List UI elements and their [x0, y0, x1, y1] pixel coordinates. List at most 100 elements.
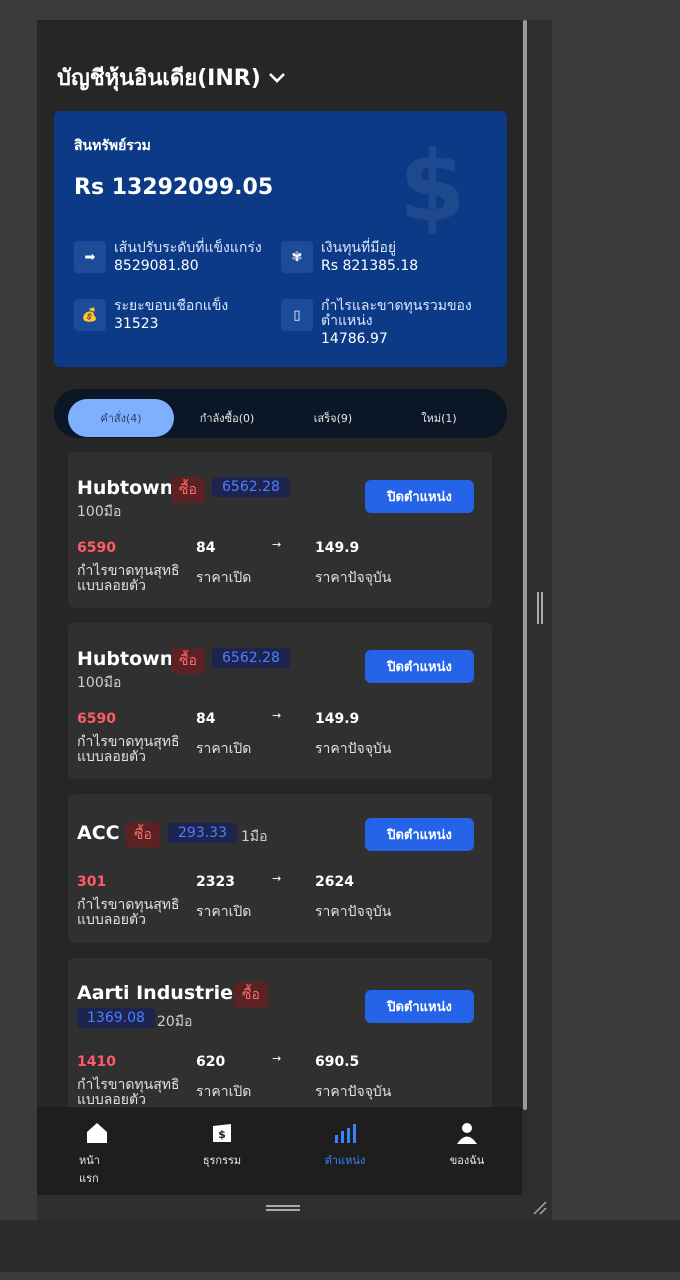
metric-value: 31523	[114, 316, 159, 332]
account-title: บัญชีหุ้นอินเดีย(INR)	[57, 66, 261, 91]
metric-available-funds: ✾ เงินทุนที่มีอยู่ Rs 821385.18	[281, 241, 418, 274]
current-price-label: ราคาปัจจุบัน	[315, 741, 392, 757]
quantity: 20มือ	[157, 1014, 193, 1030]
floating-pnl-label: กำไรขาดทุนสุทธิแบบลอยตัว	[77, 734, 180, 765]
buy-badge: ซื้อ	[171, 477, 205, 503]
price-badge: 6562.28	[212, 648, 290, 668]
metric-label: กำไรและขาดทุนรวมของตำแหน่ง	[321, 298, 472, 329]
floating-pnl-value: 6590	[77, 540, 116, 556]
stock-name: Hubtown	[77, 477, 174, 499]
horizontal-resize-handle[interactable]	[266, 1205, 300, 1211]
price-badge: 6562.28	[212, 477, 290, 497]
buy-badge: ซื้อ	[234, 982, 268, 1008]
open-price-value: 84	[196, 540, 216, 556]
floating-pnl-value: 6590	[77, 711, 116, 727]
stock-name: Hubtown	[77, 648, 174, 670]
metric-label: เส้นปรับระดับที่แข็งแกร่ง	[114, 240, 262, 256]
stock-name: ACC	[77, 822, 120, 844]
total-assets-label: สินทรัพย์รวม	[74, 138, 151, 154]
floating-pnl-value: 301	[77, 874, 107, 890]
current-price-label: ราคาปัจจุบัน	[315, 904, 392, 920]
total-assets-value: Rs 13292099.05	[74, 175, 274, 200]
price-badge: 293.33	[168, 823, 237, 843]
os-bottom-bar	[0, 1220, 680, 1272]
arrow-icon: →	[272, 538, 282, 551]
tab-orders[interactable]: คำสั่ง(4)	[68, 399, 174, 437]
floating-pnl-value: 1410	[77, 1054, 116, 1070]
open-price-value: 620	[196, 1054, 226, 1070]
nav-home-label: หน้าแรก	[79, 1154, 100, 1185]
total-assets-card: $ สินทรัพย์รวม Rs 13292099.05 ➡ เส้นปรับ…	[54, 111, 507, 367]
home-icon	[87, 1123, 107, 1143]
current-price-value: 2624	[315, 874, 354, 890]
nav-positions[interactable]: ตำแหน่ง	[315, 1121, 375, 1169]
metric-value: 8529081.80	[114, 258, 199, 274]
wallet-icon: $	[213, 1124, 231, 1142]
nav-profile[interactable]: ของฉัน	[437, 1121, 497, 1169]
open-price-label: ราคาเปิด	[196, 904, 252, 920]
bottom-navigation: หน้าแรก $ ธุรกรรม ตำแหน่ง ของฉัน	[37, 1107, 528, 1195]
scrollbar-thumb[interactable]	[523, 20, 527, 1110]
metric-margin: 💰 ระยะขอบเชือกแข็ง 31523	[74, 299, 228, 332]
floating-pnl-label: กำไรขาดทุนสุทธิแบบลอยตัว	[77, 897, 180, 928]
metric-value: 14786.97	[321, 331, 388, 347]
buy-badge: ซื้อ	[171, 648, 205, 674]
quantity: 100มือ	[77, 675, 122, 691]
account-selector[interactable]: บัญชีหุ้นอินเดีย(INR)	[57, 60, 287, 95]
stock-name: Aarti Industries	[77, 982, 245, 1004]
order-tabs: คำสั่ง(4) กำลังซื้อ(0) เสร็จ(9) ใหม่(1)	[54, 389, 507, 438]
dollar-watermark-icon: $	[399, 131, 466, 243]
chart-icon: ▯	[281, 299, 313, 331]
close-position-button[interactable]: ปิดตำแหน่ง	[365, 480, 474, 513]
floating-pnl-label: กำไรขาดทุนสุทธิแบบลอยตัว	[77, 1077, 180, 1108]
current-price-label: ราคาปัจจุบัน	[315, 570, 392, 586]
close-position-button[interactable]: ปิดตำแหน่ง	[365, 650, 474, 683]
position-card: Hubtown ซื้อ 6562.28 100มือ ปิดตำแหน่ง 6…	[68, 623, 492, 779]
close-position-button[interactable]: ปิดตำแหน่ง	[365, 818, 474, 851]
chevron-down-icon	[268, 72, 285, 83]
tab-done[interactable]: เสร็จ(9)	[282, 399, 384, 437]
svg-text:$: $	[218, 1128, 226, 1141]
nav-transactions-label: ธุรกรรม	[202, 1154, 242, 1167]
open-price-label: ราคาเปิด	[196, 1084, 252, 1100]
app-window: บัญชีหุ้นอินเดีย(INR) $ สินทรัพย์รวม Rs …	[37, 20, 528, 1195]
arrow-icon: →	[272, 872, 282, 885]
metric-strong-level: ➡ เส้นปรับระดับที่แข็งแกร่ง 8529081.80	[74, 241, 262, 274]
price-badge: 1369.08	[77, 1008, 155, 1028]
tab-buying[interactable]: กำลังซื้อ(0)	[176, 399, 278, 437]
nav-profile-label: ของฉัน	[449, 1154, 485, 1167]
metric-total-pnl: ▯ กำไรและขาดทุนรวมของตำแหน่ง 14786.97	[281, 299, 491, 347]
vertical-resize-handle[interactable]	[537, 592, 543, 624]
buy-badge: ซื้อ	[126, 822, 160, 848]
money-bag-icon: ✾	[281, 241, 313, 273]
bar-chart-icon	[335, 1124, 356, 1143]
quantity: 100มือ	[77, 504, 122, 520]
quantity: 1มือ	[241, 829, 268, 845]
position-card: Hubtown ซื้อ 6562.28 100มือ ปิดตำแหน่ง 6…	[68, 452, 492, 608]
metric-label: เงินทุนที่มีอยู่	[321, 240, 397, 256]
metric-value: Rs 821385.18	[321, 258, 419, 274]
position-card: ACC ซื้อ 293.33 1มือ ปิดตำแหน่ง 301 2323…	[68, 794, 492, 943]
open-price-label: ราคาเปิด	[196, 570, 252, 586]
open-price-value: 84	[196, 711, 216, 727]
metric-label: ระยะขอบเชือกแข็ง	[114, 298, 229, 314]
arrow-right-icon: ➡	[74, 241, 106, 273]
arrow-icon: →	[272, 1052, 282, 1065]
person-icon	[457, 1123, 477, 1144]
arrow-icon: →	[272, 709, 282, 722]
close-position-button[interactable]: ปิดตำแหน่ง	[365, 990, 474, 1023]
position-card: Aarti Industries ซื้อ 1369.08 20มือ ปิดต…	[68, 958, 492, 1128]
nav-positions-label: ตำแหน่ง	[324, 1154, 366, 1167]
current-price-value: 149.9	[315, 540, 360, 556]
tab-new[interactable]: ใหม่(1)	[388, 399, 490, 437]
open-price-label: ราคาเปิด	[196, 741, 252, 757]
current-price-value: 690.5	[315, 1054, 360, 1070]
nav-home[interactable]: หน้าแรก	[77, 1121, 117, 1187]
open-price-value: 2323	[196, 874, 235, 890]
resize-grip-icon[interactable]	[532, 1200, 548, 1216]
current-price-label: ราคาปัจจุบัน	[315, 1084, 392, 1100]
current-price-value: 149.9	[315, 711, 360, 727]
nav-transactions[interactable]: $ ธุรกรรม	[192, 1121, 252, 1169]
floating-pnl-label: กำไรขาดทุนสุทธิแบบลอยตัว	[77, 563, 180, 594]
coin-bag-icon: 💰	[74, 299, 106, 331]
